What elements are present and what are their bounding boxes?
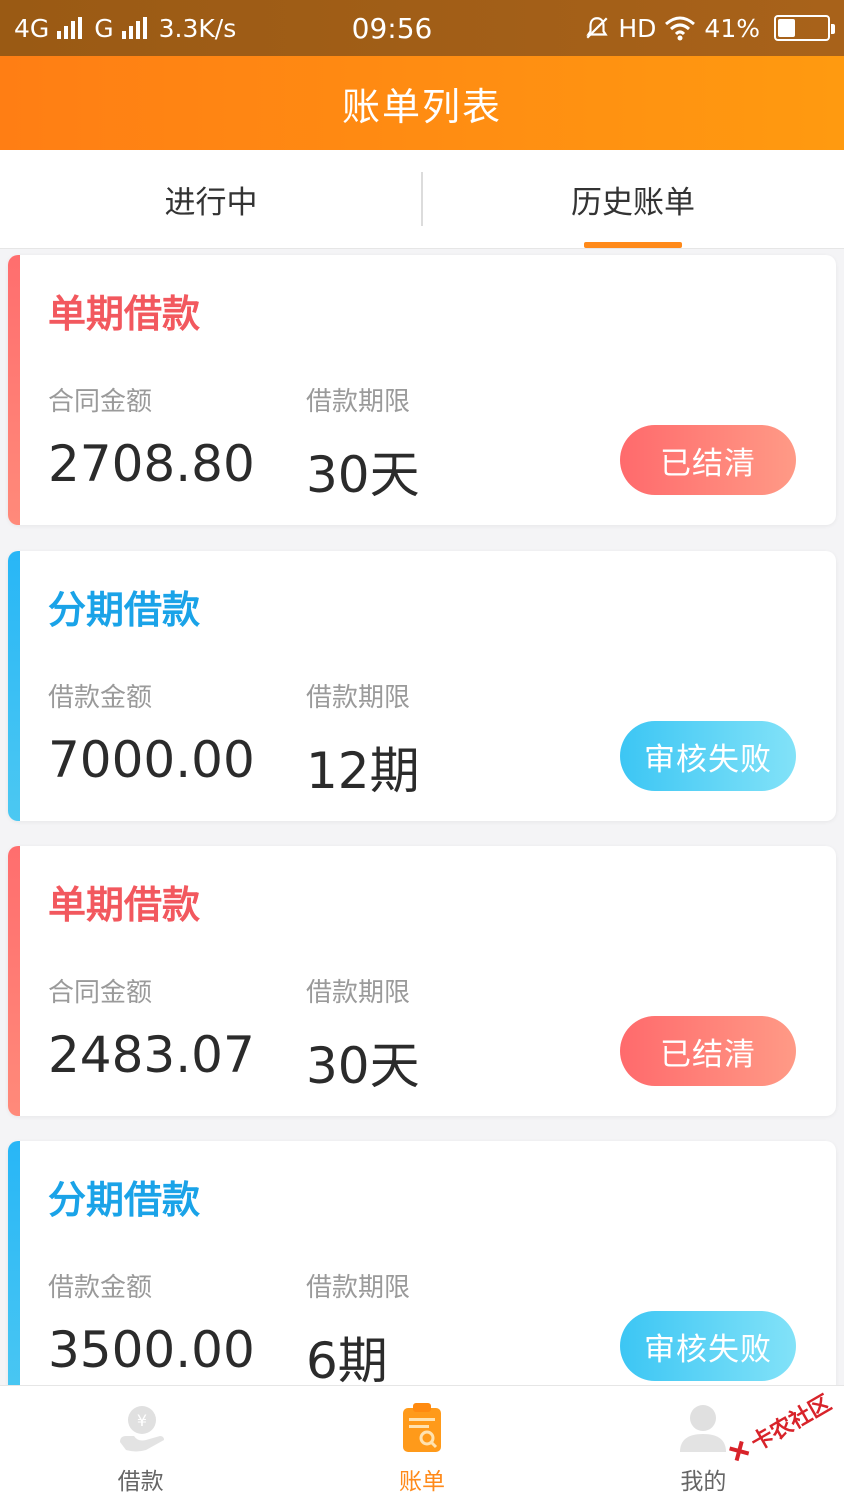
network-g-label: G xyxy=(94,13,114,43)
loan-type: 单期借款 xyxy=(48,292,201,336)
tab-divider xyxy=(421,172,423,226)
amount-value: 2483.07 xyxy=(48,1026,255,1084)
user-icon xyxy=(680,1405,727,1452)
card-accent-bar xyxy=(8,551,20,821)
wifi-icon xyxy=(665,16,696,41)
amount-label: 借款金额 xyxy=(48,683,153,713)
battery-icon xyxy=(774,15,835,41)
loan-type: 分期借款 xyxy=(48,588,201,632)
page-title: 账单列表 xyxy=(341,84,502,129)
amount-label: 借款金额 xyxy=(48,1273,153,1303)
bill-card[interactable]: 单期借款 合同金额 借款期限 2483.07 30天 已结清 xyxy=(8,846,836,1116)
status-button[interactable]: 已结清 xyxy=(620,1016,796,1086)
network-4g-label: 4G xyxy=(14,13,50,43)
bill-card[interactable]: 单期借款 合同金额 借款期限 2708.80 30天 已结清 xyxy=(8,255,836,525)
status-button[interactable]: 审核失败 xyxy=(620,1311,796,1381)
hd-label: HD xyxy=(618,13,657,43)
bill-list[interactable]: 单期借款 合同金额 借款期限 2708.80 30天 已结清 分期借款 借款金额… xyxy=(0,249,844,1385)
bill-card[interactable]: 分期借款 借款金额 借款期限 7000.00 12期 审核失败 xyxy=(8,551,836,821)
amount-value: 3500.00 xyxy=(48,1321,255,1379)
term-value: 30天 xyxy=(306,1037,420,1095)
signal-icon xyxy=(121,17,147,39)
status-button[interactable]: 已结清 xyxy=(620,425,796,495)
bill-tabs: 进行中 历史账单 xyxy=(0,150,844,249)
nav-label: 账单 xyxy=(398,1469,445,1495)
nav-label: 我的 xyxy=(680,1469,727,1495)
bill-icon xyxy=(402,1403,441,1452)
tab-history-bills[interactable]: 历史账单 xyxy=(422,150,844,248)
amount-value: 7000.00 xyxy=(48,731,255,789)
amount-label: 合同金额 xyxy=(48,978,153,1008)
svg-text:¥: ¥ xyxy=(137,1411,147,1430)
status-button[interactable]: 审核失败 xyxy=(620,721,796,791)
tab-in-progress[interactable]: 进行中 xyxy=(0,150,422,248)
term-value: 12期 xyxy=(306,742,420,800)
mute-bell-icon xyxy=(586,17,609,39)
card-accent-bar xyxy=(8,1141,20,1385)
nav-item-loan[interactable]: ¥ 借款 xyxy=(0,1386,281,1500)
bill-card[interactable]: 分期借款 借款金额 借款期限 3500.00 6期 审核失败 xyxy=(8,1141,836,1385)
status-right: HD 41% xyxy=(500,13,835,43)
term-value: 30天 xyxy=(306,446,420,504)
card-accent-bar xyxy=(8,255,20,525)
term-value: 6期 xyxy=(306,1332,388,1385)
network-speed: 3.3K/s xyxy=(158,13,237,43)
signal-icon xyxy=(57,17,83,39)
term-label: 借款期限 xyxy=(306,683,411,713)
clock: 09:56 xyxy=(351,11,433,45)
loan-type: 分期借款 xyxy=(48,1178,201,1222)
nav-label: 借款 xyxy=(117,1469,164,1495)
bottom-nav: ¥ 借款 账单 我的 xyxy=(0,1385,844,1500)
term-label: 借款期限 xyxy=(306,1273,411,1303)
amount-label: 合同金额 xyxy=(48,387,153,417)
card-accent-bar xyxy=(8,846,20,1116)
nav-item-bill[interactable]: 账单 xyxy=(281,1386,562,1500)
loan-icon: ¥ xyxy=(119,1406,164,1452)
loan-type: 单期借款 xyxy=(48,883,201,927)
term-label: 借款期限 xyxy=(306,978,411,1008)
app-header: 账单列表 xyxy=(0,56,844,150)
battery-percent: 41% xyxy=(704,13,760,43)
status-left: 4G G 3.3K/s xyxy=(14,14,344,43)
term-label: 借款期限 xyxy=(306,387,411,417)
amount-value: 2708.80 xyxy=(48,435,255,493)
status-bar: 4G G 3.3K/s 09:56 HD 41% xyxy=(0,0,844,56)
